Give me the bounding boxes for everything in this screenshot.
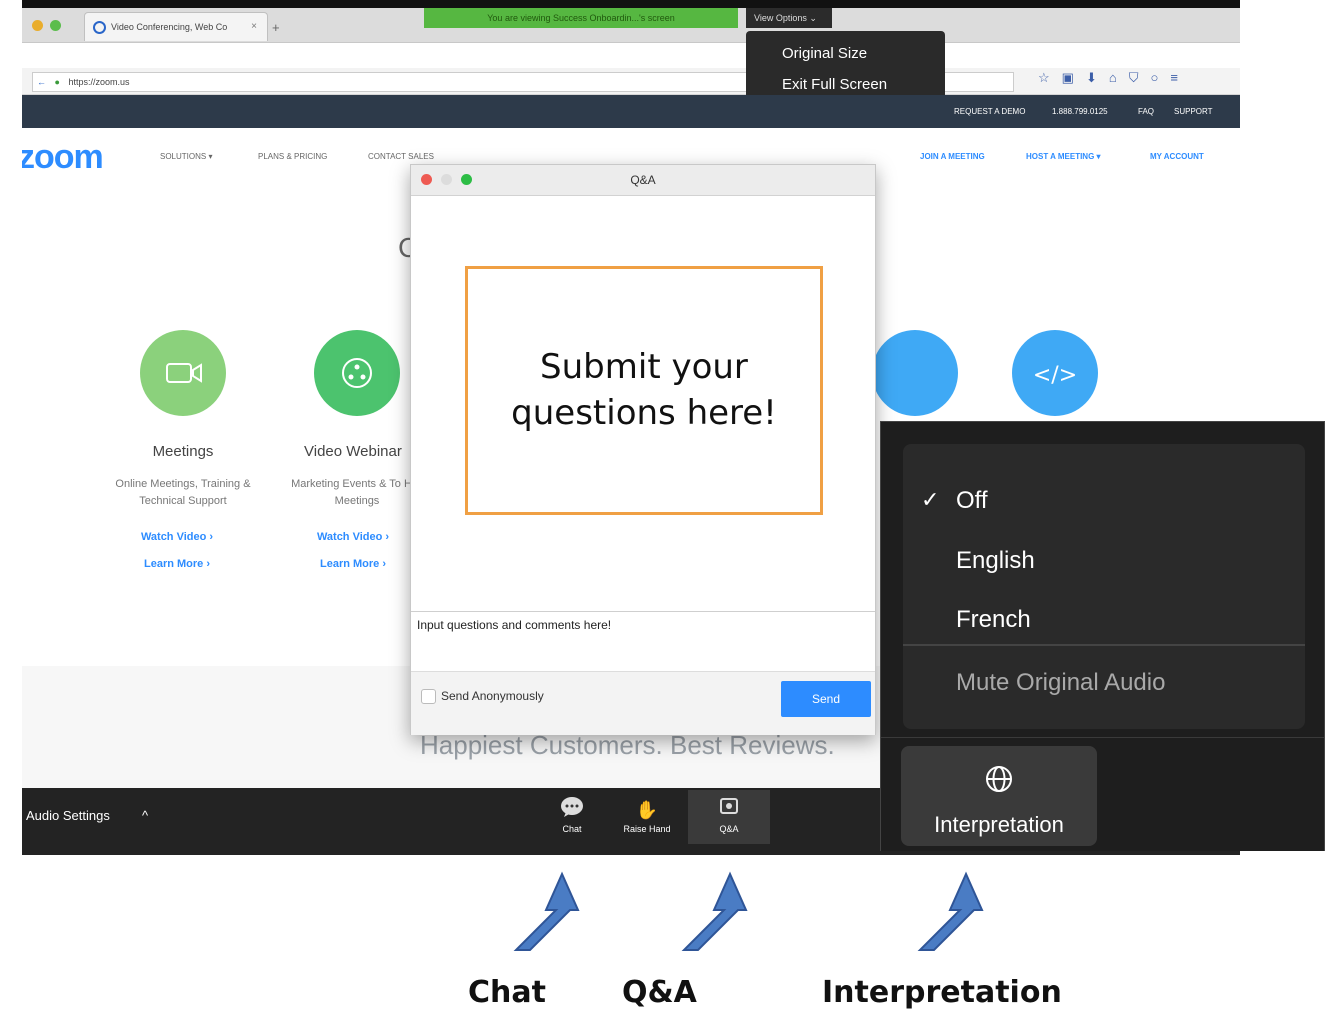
chat-icon	[550, 796, 594, 824]
send-button[interactable]: Send	[781, 681, 871, 717]
window-dot-icon[interactable]	[50, 20, 61, 31]
callout-text: Submit your questions here!	[511, 346, 777, 433]
lock-icon: ●	[54, 77, 60, 87]
nav-contact-sales[interactable]: CONTACT SALES	[368, 152, 434, 161]
zoom-logo[interactable]: zoom	[22, 138, 104, 177]
tab-title: Video Conferencing, Web Co	[111, 22, 228, 32]
mute-original-audio[interactable]: Mute Original Audio	[956, 669, 1165, 697]
send-anonymously-checkbox[interactable]	[421, 689, 436, 704]
raise-hand-icon: ✋	[635, 800, 659, 820]
arrow-qa-icon	[681, 871, 748, 951]
shield-icon[interactable]: ⛉	[1129, 70, 1151, 85]
interpretation-menu: ✓ Off English French Mute Original Audio	[903, 444, 1305, 729]
qa-label: Q&A	[719, 824, 739, 834]
star-icon[interactable]: ☆	[1038, 70, 1062, 85]
faq-link[interactable]: FAQ	[1138, 107, 1154, 116]
extension-icon[interactable]: ○	[1150, 70, 1170, 85]
raise-hand-label: Raise Hand	[623, 824, 671, 834]
meetings-circle[interactable]	[140, 330, 226, 416]
checkmark-icon: ✓	[921, 487, 940, 512]
nav-plans-pricing[interactable]: PLANS & PRICING	[258, 152, 327, 161]
view-options-button[interactable]: View Options ⌄	[746, 8, 832, 28]
close-icon[interactable]	[421, 174, 432, 185]
menu-original-size[interactable]: Original Size	[782, 45, 867, 62]
chat-label: Chat	[562, 824, 582, 834]
minimize-icon[interactable]	[441, 174, 452, 185]
qa-input[interactable]: Input questions and comments here!	[411, 611, 875, 671]
url-text: https://zoom.us	[68, 77, 130, 87]
svg-text:</>: </>	[1033, 363, 1077, 388]
product-desc: Online Meetings, Training & Technical Su…	[115, 478, 251, 507]
nav-host-meeting[interactable]: HOST A MEETING ▾	[1026, 152, 1101, 161]
webinar-circle[interactable]	[314, 330, 400, 416]
arrow-chat-icon	[513, 871, 580, 951]
send-anonymously-label: Send Anonymously	[441, 689, 544, 703]
rooms-circle[interactable]	[872, 330, 958, 416]
caption-chat: Chat	[468, 975, 546, 1010]
product-title: Meetings	[152, 443, 214, 460]
interp-option-english[interactable]: English	[956, 547, 1035, 575]
clipboard-icon[interactable]: ▣	[1062, 70, 1086, 85]
window-dot-icon[interactable]	[32, 20, 43, 31]
menu-exit-full-screen[interactable]: Exit Full Screen	[782, 76, 887, 93]
caption-qa: Q&A	[622, 975, 697, 1010]
nav-solutions[interactable]: SOLUTIONS ▾	[160, 152, 212, 161]
interpretation-label: Interpretation	[934, 812, 1064, 837]
interpretation-panel: ✓ Off English French Mute Original Audio…	[880, 421, 1325, 851]
tab-close-icon[interactable]: ×	[251, 21, 257, 32]
qa-icon	[688, 796, 770, 824]
watch-video-link[interactable]: Watch Video ›	[92, 531, 262, 543]
video-camera-icon	[166, 363, 202, 383]
view-options-menu: Original Size Exit Full Screen	[746, 31, 945, 103]
interp-option-off[interactable]: Off	[956, 487, 988, 515]
request-demo-link[interactable]: REQUEST A DEMO	[954, 107, 1025, 116]
download-icon[interactable]: ⬇	[1086, 70, 1109, 85]
site-top-bar: REQUEST A DEMO 1.888.799.0125 FAQ SUPPOR…	[22, 95, 1240, 128]
qa-title: Q&A	[630, 173, 656, 187]
caption-interpretation: Interpretation	[822, 975, 1062, 1010]
audio-settings-button[interactable]: Audio Settings	[26, 808, 110, 823]
support-link[interactable]: SUPPORT	[1174, 107, 1213, 116]
interp-option-french[interactable]: French	[956, 606, 1031, 634]
raise-hand-button[interactable]: ✋ Raise Hand	[612, 790, 682, 844]
globe-icon	[986, 766, 1012, 792]
code-icon: </>	[1033, 363, 1077, 388]
audio-caret-icon[interactable]: ^	[142, 808, 148, 823]
arrow-interpretation-icon	[917, 871, 984, 951]
learn-more-link[interactable]: Learn More ›	[92, 558, 262, 570]
browser-toolbar-icons: ☆▣⬇⌂⛉○≡	[1038, 70, 1190, 86]
nav-join-meeting[interactable]: JOIN A MEETING	[920, 152, 985, 161]
home-icon[interactable]: ⌂	[1109, 70, 1129, 85]
webinar-icon	[342, 358, 372, 388]
new-tab-button[interactable]: +	[272, 20, 280, 35]
screen-share-notice: You are viewing Success Onboardin...'s s…	[424, 8, 738, 28]
browser-tab[interactable]: Video Conferencing, Web Co ×	[84, 12, 268, 41]
interpretation-button[interactable]: Interpretation	[901, 746, 1097, 846]
qa-callout: Submit your questions here!	[465, 266, 823, 515]
developer-circle[interactable]: </>	[1012, 330, 1098, 416]
zoom-favicon-icon	[93, 21, 106, 34]
nav-my-account[interactable]: MY ACCOUNT	[1150, 152, 1204, 161]
phone-link[interactable]: 1.888.799.0125	[1052, 107, 1108, 116]
top-bar	[22, 0, 1240, 8]
menu-icon[interactable]: ≡	[1170, 70, 1190, 85]
qa-title-bar: Q&A	[411, 165, 875, 196]
maximize-icon[interactable]	[461, 174, 472, 185]
back-icon[interactable]: ←	[33, 77, 46, 87]
chat-button[interactable]: Chat	[550, 790, 594, 844]
menu-divider	[903, 644, 1305, 646]
qa-button[interactable]: Q&A	[688, 790, 770, 844]
